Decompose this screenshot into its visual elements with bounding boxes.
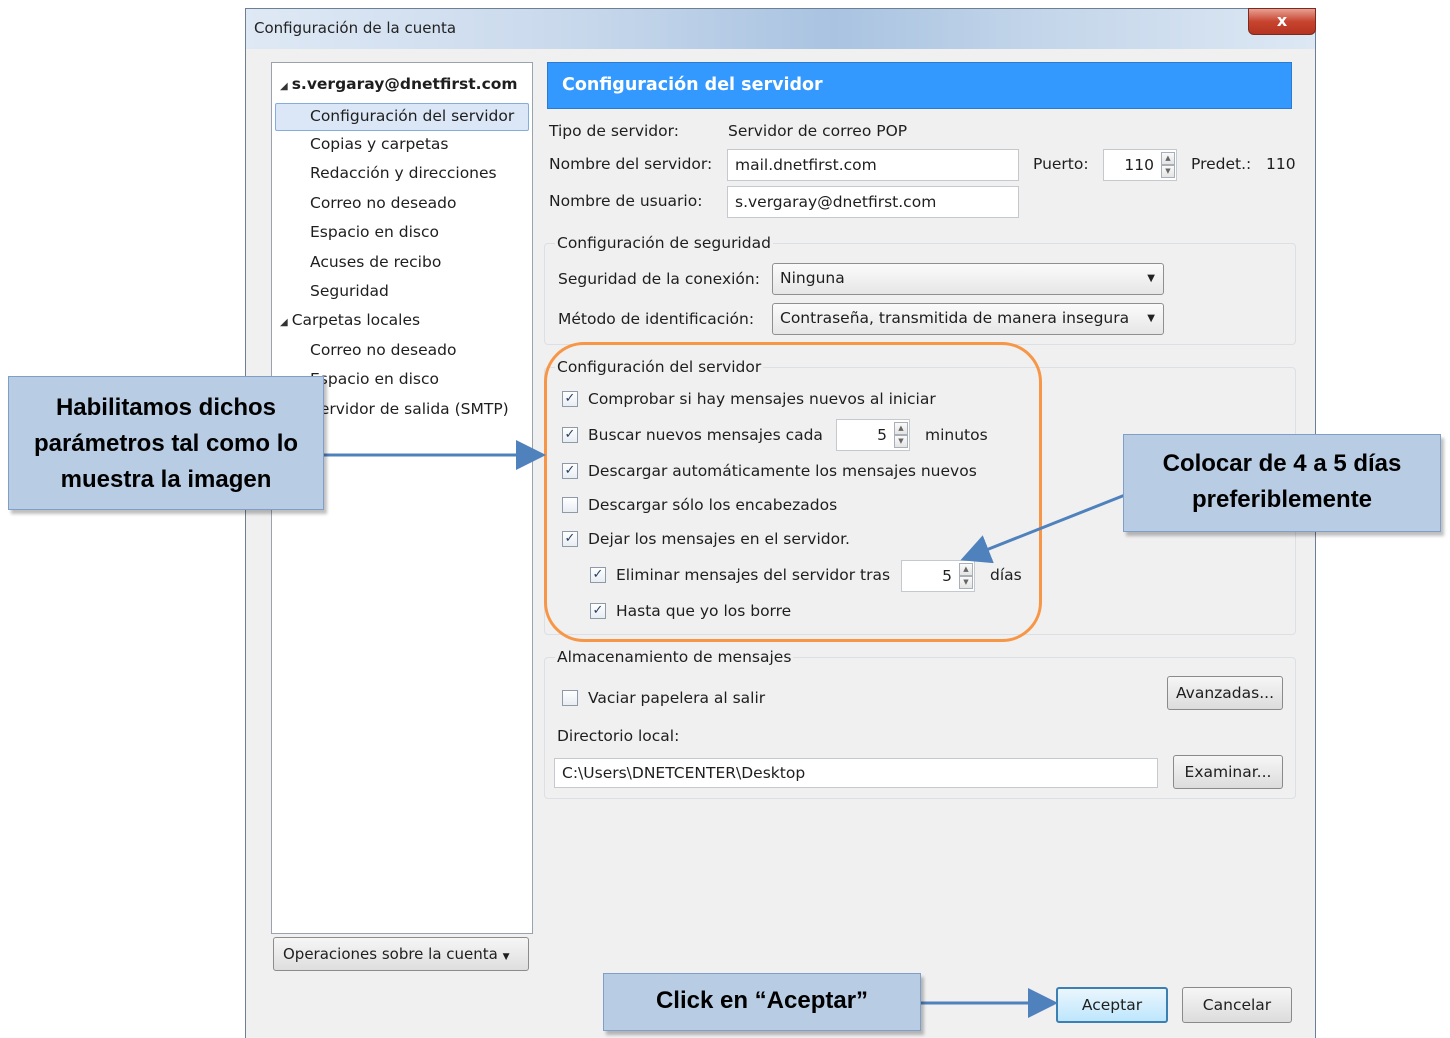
callout-accept: Click en “Aceptar” — [603, 973, 921, 1031]
callout-days: Colocar de 4 a 5 días preferiblemente — [1123, 434, 1441, 532]
arrow-to-days — [960, 493, 1126, 564]
callout-enable: Habilitamos dichos parámetros tal como l… — [8, 376, 324, 510]
